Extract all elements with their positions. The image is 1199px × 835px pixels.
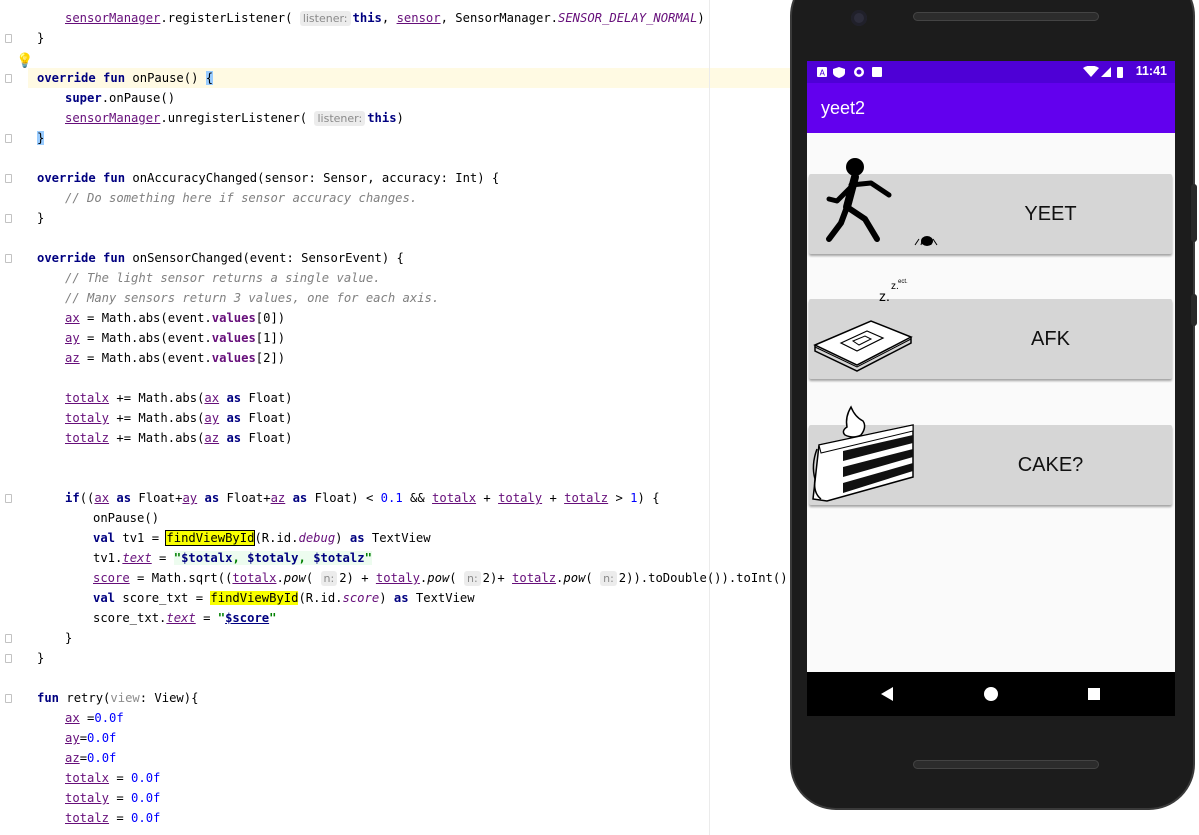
code-line[interactable]: } xyxy=(37,648,44,668)
code-line[interactable]: fun retry(view: View){ xyxy=(37,688,198,708)
code-line[interactable]: if((ax as Float+ay as Float+az as Float)… xyxy=(65,488,660,508)
code-line[interactable]: ay = Math.abs(event.values[1]) xyxy=(65,328,285,348)
app-bar: yeet2 xyxy=(807,83,1175,133)
lightbulb-icon[interactable]: 💡 xyxy=(16,53,33,69)
fold-marker-icon[interactable] xyxy=(5,654,12,663)
code-line[interactable]: override fun onAccuracyChanged(sensor: S… xyxy=(37,168,499,188)
home-circle-icon xyxy=(984,687,998,701)
power-button[interactable] xyxy=(1191,184,1197,242)
parameter-hint: listener: xyxy=(314,111,366,126)
parameter-hint: n: xyxy=(600,571,617,586)
fold-marker-icon[interactable] xyxy=(5,254,12,263)
sleeping-device-icon xyxy=(813,320,913,372)
code-line[interactable]: score = Math.sqrt((totalx.pow( n: 2) + to… xyxy=(93,568,788,588)
running-person-icon xyxy=(826,158,938,246)
fold-marker-icon[interactable] xyxy=(5,34,12,43)
fold-marker-icon[interactable] xyxy=(5,694,12,703)
code-line[interactable]: override fun onSensorChanged(event: Sens… xyxy=(37,248,404,268)
code-line[interactable]: } xyxy=(37,208,44,228)
status-time: 11:41 xyxy=(1135,64,1167,78)
fold-marker-icon[interactable] xyxy=(5,174,12,183)
code-line[interactable]: totalz = 0.0f xyxy=(65,808,160,828)
fold-marker-icon[interactable] xyxy=(5,494,12,503)
code-line[interactable]: sensorManager.unregisterListener( listen… xyxy=(65,108,404,128)
back-triangle-icon xyxy=(881,687,893,701)
editor-gutter xyxy=(0,0,28,835)
code-line[interactable]: totalx = 0.0f xyxy=(65,768,160,788)
code-line[interactable]: } xyxy=(37,28,44,48)
cake-button-label: CAKE? xyxy=(1017,454,1084,476)
afk-z-text: z. xyxy=(879,288,890,304)
navigation-bar xyxy=(807,672,1175,716)
overview-button[interactable] xyxy=(1072,672,1116,716)
parameter-hint: listener: xyxy=(299,11,351,26)
back-button[interactable] xyxy=(865,672,909,716)
front-camera-icon xyxy=(851,10,867,26)
code-line[interactable]: totaly = 0.0f xyxy=(65,788,160,808)
yeet-button-label: YEET xyxy=(1024,203,1077,225)
code-line[interactable]: // Many sensors return 3 values, one for… xyxy=(65,288,439,308)
code-line[interactable]: ax =0.0f xyxy=(65,708,124,728)
fold-marker-icon[interactable] xyxy=(5,214,12,223)
code-line[interactable]: score_txt.text = "$score" xyxy=(93,608,276,628)
notification-icons: A xyxy=(817,67,882,78)
overview-square-icon xyxy=(1088,688,1100,700)
cake-slice-icon xyxy=(812,405,914,502)
status-bar: A 11:41 xyxy=(807,61,1175,83)
code-line[interactable]: val tv1 = findViewById(R.id.debug) as Te… xyxy=(93,528,431,548)
code-editor[interactable]: 💡 sensorManager.registerListener( listen… xyxy=(0,0,790,835)
code-line[interactable]: totalx += Math.abs(ax as Float) xyxy=(65,388,293,408)
fold-marker-icon[interactable] xyxy=(5,634,12,643)
bottom-speaker xyxy=(913,760,1099,769)
earpiece-speaker xyxy=(913,12,1099,21)
code-line[interactable]: sensorManager.registerListener( listener… xyxy=(65,8,705,28)
code-line[interactable]: az = Math.abs(event.values[2]) xyxy=(65,348,285,368)
fold-marker-icon[interactable] xyxy=(5,74,12,83)
code-line[interactable]: // Do something here if sensor accuracy … xyxy=(65,188,417,208)
code-line[interactable]: override fun onPause() { xyxy=(37,68,214,88)
code-line[interactable]: ay=0.0f xyxy=(65,728,116,748)
svg-text:A: A xyxy=(820,69,826,78)
code-line[interactable]: az=0.0f xyxy=(65,748,116,768)
afk-ect-text: ect. xyxy=(898,279,908,285)
code-line[interactable]: onPause() xyxy=(93,508,159,528)
code-line[interactable]: ax = Math.abs(event.values[0]) xyxy=(65,308,285,328)
code-line[interactable]: } xyxy=(37,128,45,148)
code-line[interactable]: tv1.text = "$totalx, $totaly, $totalz" xyxy=(93,548,372,568)
code-line[interactable]: } xyxy=(65,628,72,648)
code-line[interactable]: totaly += Math.abs(ay as Float) xyxy=(65,408,293,428)
fold-marker-icon[interactable] xyxy=(5,134,12,143)
right-margin-guide xyxy=(709,0,710,835)
code-line[interactable]: super.onPause() xyxy=(65,88,175,108)
app-title: yeet2 xyxy=(821,98,866,118)
signal-wifi-battery-icon xyxy=(1083,66,1123,78)
afk-button-label: AFK xyxy=(1031,328,1070,350)
parameter-hint: n: xyxy=(463,571,481,586)
code-line[interactable]: val score_txt = findViewById(R.id.score)… xyxy=(93,588,475,608)
phone-screen[interactable]: A 11:41 yeet2 YEET AFK z. z. ect. CAKE? xyxy=(807,61,1175,716)
parameter-hint: n: xyxy=(320,571,338,586)
home-button[interactable] xyxy=(969,672,1013,716)
code-line[interactable]: totalz += Math.abs(az as Float) xyxy=(65,428,293,448)
code-line[interactable]: // The light sensor returns a single val… xyxy=(65,268,381,288)
volume-button[interactable] xyxy=(1191,294,1197,326)
